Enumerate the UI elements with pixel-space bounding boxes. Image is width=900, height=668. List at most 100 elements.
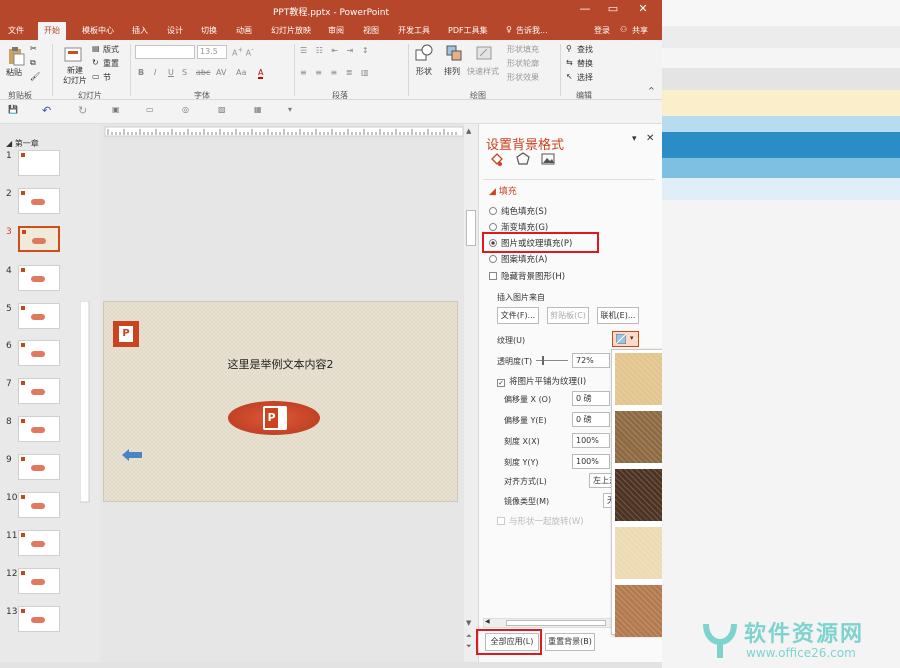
hide-background-checkbox[interactable]: 隐藏背景图形(H): [489, 270, 565, 282]
tab-transitions[interactable]: 切换: [201, 25, 217, 36]
tab-template-center[interactable]: 模板中心: [82, 25, 114, 36]
shadow-button[interactable]: S: [182, 68, 187, 77]
new-slide-button[interactable]: 新建 幻灯片: [60, 66, 90, 86]
shape-fill-button[interactable]: 形状填充: [507, 44, 539, 55]
shapes-button[interactable]: 形状: [416, 66, 432, 77]
slide-thumbnail[interactable]: [18, 188, 60, 214]
bullets-icon[interactable]: ☰ ☷ ⇤ ⇥ ↕: [300, 46, 372, 55]
tell-me-search[interactable]: 告诉我...: [516, 25, 548, 36]
tab-review[interactable]: 审阅: [328, 25, 344, 36]
underline-button[interactable]: U: [168, 68, 174, 77]
next-slide-icon[interactable]: ⏷: [466, 642, 472, 651]
powerpoint-logo-oval[interactable]: P: [228, 401, 320, 435]
slide-thumbnail[interactable]: [18, 265, 60, 291]
texture-swatch[interactable]: [615, 585, 667, 637]
scale-y-input[interactable]: 100%: [572, 454, 610, 469]
slide-thumbnail[interactable]: [18, 492, 60, 518]
editor-scrollbar[interactable]: ▲ ▼ ⏶ ⏷: [464, 124, 478, 668]
shape-effect-button[interactable]: 形状效果: [507, 72, 539, 83]
fill-icon[interactable]: [489, 152, 503, 166]
arrange-button[interactable]: 排列: [444, 66, 460, 77]
tab-view[interactable]: 视图: [363, 25, 379, 36]
texture-swatch[interactable]: [615, 469, 667, 521]
bold-button[interactable]: B: [138, 68, 144, 77]
tab-pdf-tools[interactable]: PDF工具集: [448, 25, 488, 36]
slide-thumbnail[interactable]: [18, 378, 60, 404]
save-icon[interactable]: 💾: [8, 105, 18, 114]
tab-design[interactable]: 设计: [167, 25, 183, 36]
pattern-fill-radio[interactable]: 图案填充(A): [489, 253, 547, 265]
quick-styles-icon[interactable]: [475, 44, 493, 62]
tab-slideshow[interactable]: 幻灯片放映: [271, 25, 311, 36]
new-slide-icon[interactable]: [64, 46, 82, 64]
offset-y-input[interactable]: 0 磅: [572, 412, 610, 427]
transparency-input[interactable]: 72%: [572, 353, 610, 368]
scroll-thumb[interactable]: [466, 210, 476, 246]
layout-button[interactable]: 版式: [103, 44, 119, 55]
minimize-button[interactable]: —: [575, 2, 595, 15]
texture-dropdown[interactable]: ▾: [612, 331, 639, 347]
texture-swatch[interactable]: [615, 527, 667, 579]
redo-icon[interactable]: ↻: [78, 104, 87, 117]
slide-thumbnail[interactable]: [18, 530, 60, 556]
slide-thumbnail[interactable]: [18, 340, 60, 366]
strikethrough-button[interactable]: abc: [196, 68, 210, 77]
texture-swatch[interactable]: [615, 411, 667, 463]
slide-thumbnail[interactable]: [18, 226, 60, 252]
format-painter-icon[interactable]: 🖌: [30, 72, 40, 81]
arrange-icon[interactable]: [445, 44, 463, 62]
restore-button[interactable]: ▭: [603, 2, 623, 15]
start-slideshow-icon[interactable]: ▣: [112, 105, 120, 114]
arrow-left-icon[interactable]: [121, 448, 143, 462]
fill-section-label[interactable]: ◢ 填充: [489, 184, 517, 197]
pane-options-icon[interactable]: ▾: [632, 134, 637, 144]
font-color-button[interactable]: A: [258, 68, 264, 79]
align-icons[interactable]: ≡ ≡ ≡ ≣ ▥: [300, 68, 372, 77]
share-button[interactable]: 共享: [632, 25, 648, 36]
pane-hscrollbar[interactable]: ◀: [483, 618, 613, 628]
char-spacing-button[interactable]: AV: [216, 68, 226, 77]
cut-icon[interactable]: ✂: [30, 44, 37, 53]
slide-canvas[interactable]: P 这里是举例文本内容2 P: [103, 301, 458, 502]
font-name-input[interactable]: [135, 45, 195, 59]
undo-icon[interactable]: ↶: [42, 104, 51, 117]
slide-text[interactable]: 这里是举例文本内容2: [104, 356, 457, 372]
close-button[interactable]: ✕: [633, 2, 653, 15]
pane-close-icon[interactable]: ✕: [646, 133, 654, 144]
login-link[interactable]: 登录: [594, 25, 610, 36]
scale-x-input[interactable]: 100%: [572, 433, 610, 448]
scroll-up-icon[interactable]: ▲: [466, 127, 471, 135]
replace-button[interactable]: 替换: [577, 58, 593, 69]
slide-thumbnail[interactable]: [18, 454, 60, 480]
paste-icon[interactable]: [7, 46, 25, 66]
tile-checkbox[interactable]: ✓ 将图片平铺为纹理(I): [497, 375, 586, 387]
picture-icon[interactable]: [541, 152, 555, 166]
tab-home[interactable]: 开始: [38, 22, 66, 40]
shapes-icon[interactable]: [415, 44, 433, 62]
textbox-icon[interactable]: ▭: [146, 105, 154, 114]
clipboard-button[interactable]: 剪贴板(C): [547, 307, 589, 324]
slide-thumbnail[interactable]: [18, 416, 60, 442]
tab-animations[interactable]: 动画: [236, 25, 252, 36]
reset-button[interactable]: 重置: [103, 58, 119, 69]
online-button[interactable]: 联机(E)...: [597, 307, 639, 324]
scroll-down-icon[interactable]: ▼: [466, 619, 471, 627]
grow-font-icon[interactable]: A+ A-: [232, 46, 253, 58]
slide-thumbnail[interactable]: [18, 568, 60, 594]
select-button[interactable]: 选择: [577, 72, 593, 83]
paste-button[interactable]: 粘贴: [6, 67, 22, 78]
file-button[interactable]: 文件(F)...: [497, 307, 539, 324]
quick-styles-button[interactable]: 快速样式: [467, 66, 499, 77]
tab-insert[interactable]: 插入: [132, 25, 148, 36]
rotate-with-shape-checkbox[interactable]: 与形状一起旋转(W): [497, 515, 584, 527]
tab-developer[interactable]: 开发工具: [398, 25, 430, 36]
hscroll-thumb[interactable]: [506, 620, 606, 626]
prev-slide-icon[interactable]: ⏶: [466, 632, 472, 641]
effects-icon[interactable]: [516, 152, 530, 166]
texture-swatch[interactable]: [615, 353, 667, 405]
collapse-ribbon-icon[interactable]: ^: [648, 86, 655, 95]
offset-x-input[interactable]: 0 磅: [572, 391, 610, 406]
font-size-input[interactable]: 13.5: [197, 45, 227, 59]
slide-thumbnail[interactable]: [18, 606, 60, 632]
reset-background-button[interactable]: 重置背景(B): [545, 633, 595, 651]
